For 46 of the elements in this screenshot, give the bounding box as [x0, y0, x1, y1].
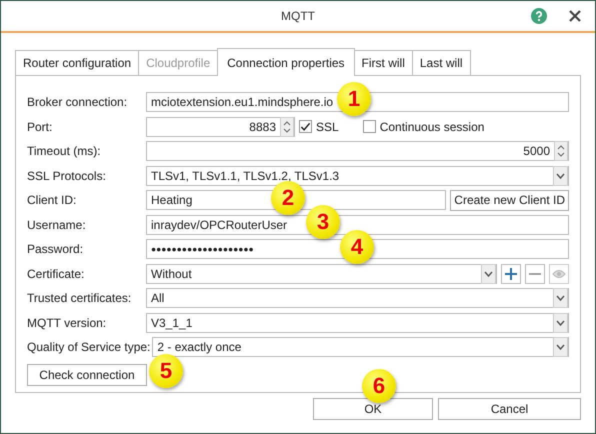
spinner-icon[interactable] [554, 141, 568, 162]
field-label: Timeout (ms): [27, 144, 102, 158]
number-field[interactable]: 8883 [146, 116, 295, 137]
callout-number: 5 [149, 354, 183, 388]
field-label: Port: [27, 120, 54, 134]
checkbox[interactable]: Continuous session [362, 120, 484, 134]
callout-number: 3 [306, 205, 340, 239]
tab[interactable]: Router configuration [15, 50, 140, 75]
remove-icon[interactable] [525, 264, 545, 284]
dropdown[interactable]: V3_1_1 [146, 312, 569, 333]
dropdown[interactable]: All [146, 288, 569, 308]
field-label: Trusted certificates: [27, 291, 132, 306]
tab[interactable]: Last will [412, 50, 471, 75]
tab[interactable]: Connection properties [217, 48, 355, 76]
field-label: Broker connection: [27, 95, 128, 110]
chevron-down-icon [553, 312, 568, 333]
ok-button[interactable]: OK [313, 398, 433, 420]
field-label: Username: [27, 218, 87, 232]
chevron-down-icon [481, 264, 496, 284]
window-title: MQTT [281, 9, 315, 23]
number-field[interactable]: 5000 [146, 141, 569, 162]
checkbox[interactable]: SSL [299, 120, 339, 134]
chevron-down-icon [553, 288, 568, 308]
dropdown[interactable]: 2 - exactly once [152, 337, 569, 358]
callout-number: 1 [337, 82, 371, 116]
check-connection-button[interactable]: Check connection [27, 364, 147, 386]
dropdown[interactable]: TLSv1, TLSv1.1, TLSv1.2, TLSv1.3 [146, 166, 569, 186]
spinner-icon[interactable] [280, 116, 294, 137]
dropdown[interactable]: Without [146, 264, 497, 284]
chevron-down-icon [553, 337, 568, 358]
field-label: SSL Protocols: [27, 168, 107, 183]
field-label: Client ID: [27, 193, 78, 208]
field-label: Quality of Service type: [27, 340, 150, 354]
chevron-down-icon [553, 166, 568, 186]
callout-number: 4 [340, 230, 374, 264]
checkmark-icon [300, 120, 311, 133]
cancel-button[interactable]: Cancel [438, 398, 581, 420]
field-label: MQTT version: [27, 316, 108, 330]
callout-number: 6 [362, 369, 396, 403]
field-label: Certificate: [27, 266, 86, 281]
help-icon[interactable] [531, 8, 547, 24]
callout-number: 2 [271, 181, 305, 215]
add-icon[interactable] [501, 264, 521, 284]
close-icon[interactable] [569, 10, 581, 22]
field-label: Password: [27, 242, 84, 256]
create-client-id-button[interactable]: Create new Client ID [450, 190, 569, 211]
